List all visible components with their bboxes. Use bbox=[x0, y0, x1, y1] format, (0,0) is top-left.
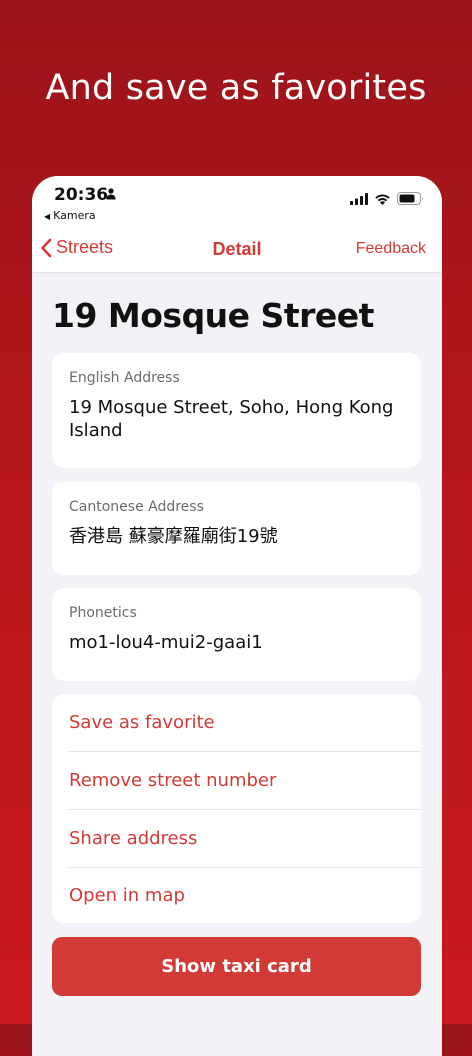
cantonese-address-value: 香港島 蘇豪摩羅廟街19號 bbox=[69, 526, 278, 547]
save-as-favorite-button[interactable]: Save as favorite bbox=[52, 694, 421, 751]
remove-street-number-button[interactable]: Remove street number bbox=[52, 752, 421, 809]
share-address-button[interactable]: Share address bbox=[52, 810, 421, 867]
english-address-label: English Address bbox=[69, 370, 180, 386]
cantonese-address-label: Cantonese Address bbox=[69, 499, 204, 515]
back-to-app-link[interactable]: ◀ Kamera bbox=[44, 209, 96, 222]
wifi-icon bbox=[375, 193, 390, 205]
back-triangle-icon: ◀ bbox=[44, 212, 51, 221]
status-icons bbox=[350, 192, 424, 205]
back-app-label: Kamera bbox=[53, 209, 96, 222]
phonetics-label: Phonetics bbox=[69, 605, 137, 621]
status-time: 20:36 bbox=[54, 185, 109, 205]
street-title: 19 Mosque Street bbox=[52, 296, 374, 335]
top-bar: 20:36 ◀ Kamera Streets Detail Feedback bbox=[32, 176, 442, 273]
show-taxi-card-button[interactable]: Show taxi card bbox=[52, 937, 421, 996]
person-icon bbox=[106, 188, 116, 200]
cantonese-address-card: Cantonese Address 香港島 蘇豪摩羅廟街19號 bbox=[52, 482, 421, 575]
phonetics-card: Phonetics mo1-lou4-mui2-gaai1 bbox=[52, 588, 421, 681]
feedback-button[interactable]: Feedback bbox=[356, 240, 426, 258]
open-in-map-button[interactable]: Open in map bbox=[52, 867, 421, 923]
promo-headline: And save as favorites bbox=[45, 68, 427, 108]
english-address-value: 19 Mosque Street, Soho, Hong Kong Island bbox=[69, 397, 394, 441]
actions-list: Save as favorite Remove street number Sh… bbox=[52, 694, 421, 923]
phonetics-value: mo1-lou4-mui2-gaai1 bbox=[69, 632, 263, 653]
battery-icon bbox=[397, 192, 423, 205]
english-address-card: English Address 19 Mosque Street, Soho, … bbox=[52, 353, 421, 468]
cellular-signal-icon bbox=[350, 192, 368, 205]
phone-screen: 20:36 ◀ Kamera Streets Detail Feedback 1… bbox=[32, 176, 442, 1056]
